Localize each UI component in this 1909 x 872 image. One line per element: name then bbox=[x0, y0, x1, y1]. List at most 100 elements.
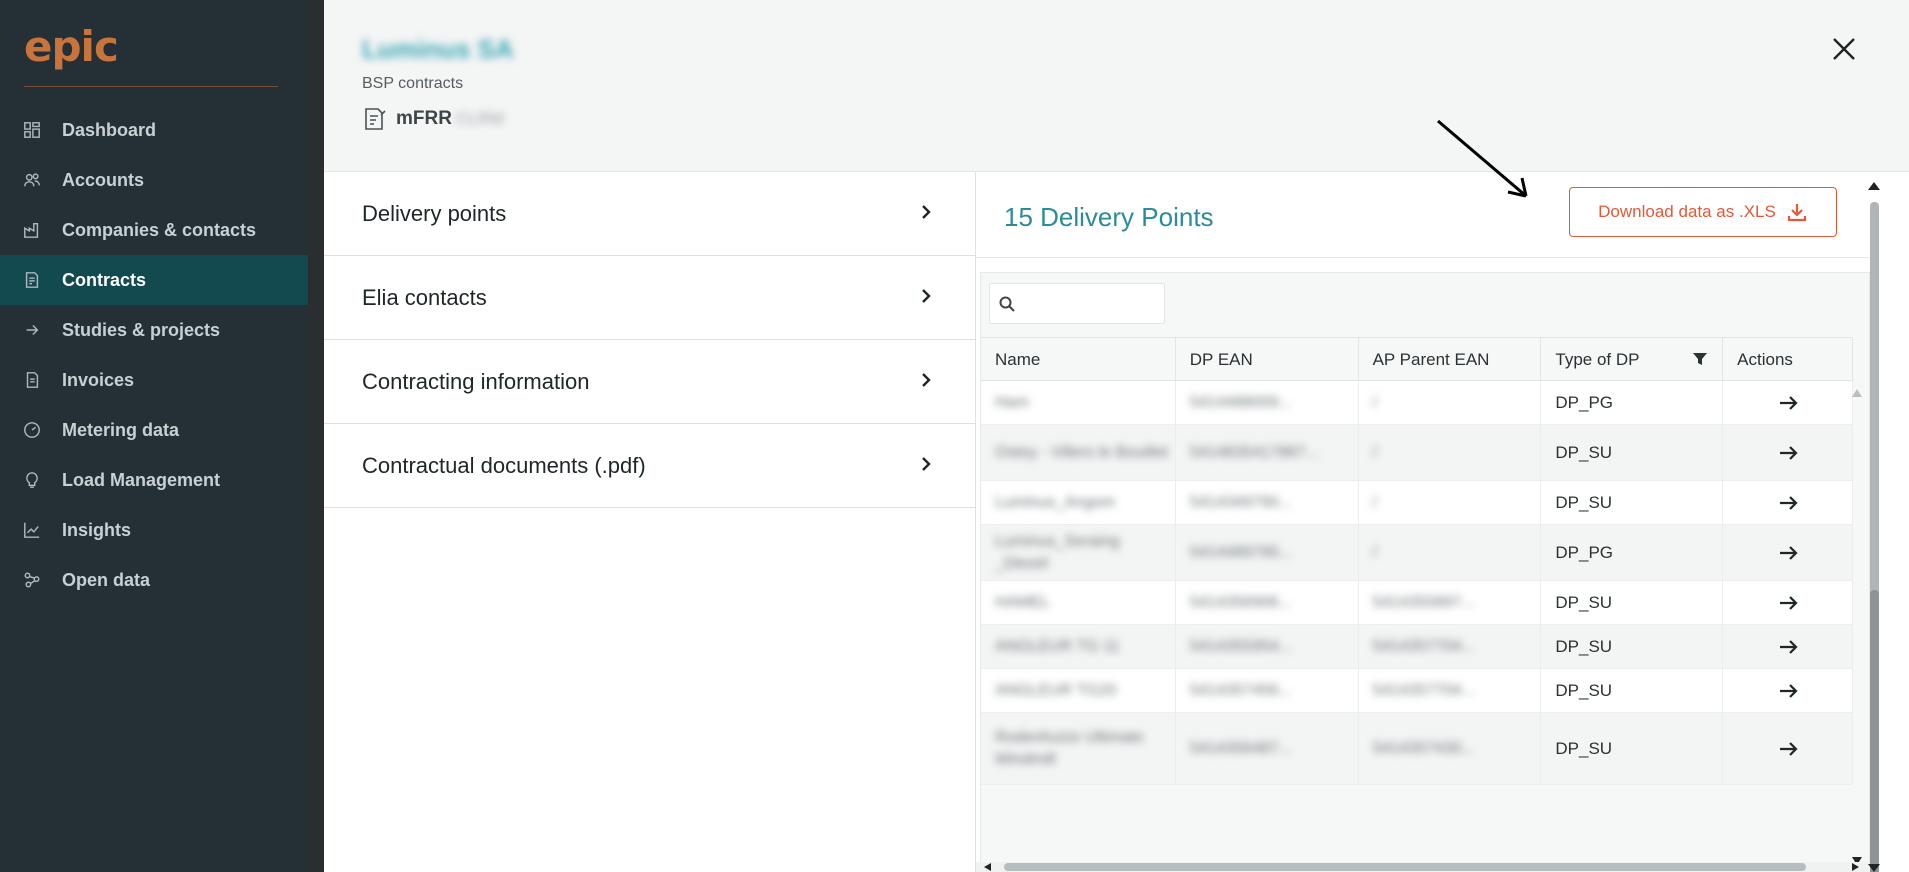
table-row[interactable]: Ham 5414488009... / DP_PG bbox=[981, 381, 1854, 425]
cell-name: Luminus_Seraing _Diesel bbox=[981, 525, 1176, 580]
filter-icon[interactable] bbox=[1692, 351, 1708, 367]
cell-name: ANGLEUR TG20 bbox=[981, 669, 1176, 712]
chevron-right-icon bbox=[917, 285, 935, 311]
menu-item-label: Contractual documents (.pdf) bbox=[362, 452, 646, 478]
table-row[interactable]: HAMEL 5414356906... 5414355897... DP_SU bbox=[981, 581, 1854, 625]
table-row[interactable]: Ostey - Villers le Bouillet 541483541788… bbox=[981, 425, 1854, 481]
cell-dp-ean: 5414349790... bbox=[1176, 481, 1359, 524]
cell-ap-parent-ean: 5414355897... bbox=[1359, 581, 1542, 624]
contract-suffix: CLRM bbox=[455, 109, 505, 128]
arrow-right-icon bbox=[22, 320, 42, 340]
chevron-right-icon bbox=[917, 369, 935, 395]
sidebar-item-label: Metering data bbox=[62, 419, 180, 440]
cell-type-of-dp: DP_PG bbox=[1541, 381, 1724, 424]
arrow-right-icon bbox=[1779, 683, 1798, 698]
open-row-button[interactable] bbox=[1723, 525, 1854, 580]
open-row-button[interactable] bbox=[1723, 425, 1854, 480]
sidebar-item-metering[interactable]: Metering data bbox=[0, 405, 308, 455]
cell-dp-ean: 5414489790... bbox=[1176, 525, 1359, 580]
cell-type-of-dp: DP_SU bbox=[1541, 713, 1724, 784]
column-header-dp-ean[interactable]: DP EAN bbox=[1176, 338, 1359, 382]
cell-ap-parent-ean: 5414357430... bbox=[1359, 713, 1542, 784]
sidebar-item-dashboard[interactable]: Dashboard bbox=[0, 105, 308, 155]
table-body: Ham 5414488009... / DP_PG Ostey - Viller… bbox=[981, 381, 1854, 785]
modal-header: Luminus SA BSP contracts mFRR CLRM bbox=[324, 0, 1909, 172]
menu-item-contracting-information[interactable]: Contracting information bbox=[324, 340, 975, 424]
arrow-right-icon bbox=[1779, 639, 1798, 654]
sidebar-item-studies[interactable]: Studies & projects bbox=[0, 305, 308, 355]
table-search[interactable] bbox=[989, 283, 1165, 324]
menu-item-delivery-points[interactable]: Delivery points bbox=[324, 172, 975, 256]
sidebar-item-label: Dashboard bbox=[62, 119, 157, 140]
table-vertical-scrollbar[interactable] bbox=[1851, 381, 1863, 865]
panel-title: 15 Delivery Points bbox=[1004, 202, 1214, 232]
scroll-up-icon[interactable] bbox=[1852, 389, 1862, 397]
app-logo[interactable]: epic bbox=[24, 22, 119, 71]
cell-name: ANGLEUR TG 11 bbox=[981, 625, 1176, 668]
modal-vertical-scrollbar[interactable] bbox=[1866, 180, 1882, 872]
cell-type-of-dp: DP_SU bbox=[1541, 481, 1724, 524]
sidebar-item-accounts[interactable]: Accounts bbox=[0, 155, 308, 205]
table-row[interactable]: ANGLEUR TG20 5414357456... 5414357704...… bbox=[981, 669, 1854, 713]
detail-menu: Delivery points Elia contacts Contractin… bbox=[324, 172, 975, 508]
open-row-button[interactable] bbox=[1723, 669, 1854, 712]
download-xls-button[interactable]: Download data as .XLS bbox=[1569, 187, 1837, 237]
menu-item-label: Contracting information bbox=[362, 368, 590, 394]
table-row[interactable]: ANGLEUR TG 11 5414355954... 5414357704..… bbox=[981, 625, 1854, 669]
table-header: Name DP EAN AP Parent EAN Type of DP Act… bbox=[981, 337, 1854, 382]
scroll-left-icon[interactable] bbox=[984, 863, 991, 871]
table-horizontal-scrollbar[interactable] bbox=[976, 862, 1879, 872]
panel-separator bbox=[976, 257, 1879, 258]
scroll-right-icon[interactable] bbox=[1852, 863, 1859, 871]
download-button-label: Download data as .XLS bbox=[1598, 202, 1776, 221]
column-header-name[interactable]: Name bbox=[981, 338, 1176, 382]
sidebar: epic Dashboard Accounts Companies & cont… bbox=[0, 0, 308, 872]
cell-type-of-dp: DP_SU bbox=[1541, 425, 1724, 480]
arrow-right-icon bbox=[1779, 445, 1798, 460]
users-icon bbox=[22, 170, 42, 190]
cell-name: HAMEL bbox=[981, 581, 1176, 624]
scroll-down-icon[interactable] bbox=[1868, 864, 1880, 872]
bulb-icon bbox=[22, 470, 42, 490]
menu-item-contractual-documents[interactable]: Contractual documents (.pdf) bbox=[324, 424, 975, 508]
factory-icon bbox=[22, 220, 42, 240]
delivery-points-table: Name DP EAN AP Parent EAN Type of DP Act… bbox=[980, 272, 1870, 872]
table-row[interactable]: Luminus_Seraing _Diesel 5414489790... / … bbox=[981, 525, 1854, 581]
sidebar-item-contracts[interactable]: Contracts bbox=[0, 255, 308, 305]
open-row-button[interactable] bbox=[1723, 713, 1854, 784]
chart-line-icon bbox=[22, 520, 42, 540]
sidebar-item-label: Companies & contacts bbox=[62, 219, 257, 240]
column-header-label: Type of DP bbox=[1555, 350, 1640, 369]
sidebar-item-label: Invoices bbox=[62, 369, 135, 390]
dashboard-icon bbox=[22, 120, 42, 140]
close-button[interactable] bbox=[1829, 34, 1859, 64]
scroll-up-icon[interactable] bbox=[1868, 182, 1880, 190]
menu-item-label: Elia contacts bbox=[362, 284, 487, 310]
search-input[interactable] bbox=[1022, 295, 1162, 312]
cell-ap-parent-ean: 5414357704... bbox=[1359, 669, 1542, 712]
horizontal-scroll-thumb[interactable] bbox=[1004, 863, 1806, 871]
menu-item-elia-contacts[interactable]: Elia contacts bbox=[324, 256, 975, 340]
open-row-button[interactable] bbox=[1723, 481, 1854, 524]
table-row[interactable]: Rodenhuize Ultimate Windmill 5414356487.… bbox=[981, 713, 1854, 785]
sidebar-item-open-data[interactable]: Open data bbox=[0, 555, 308, 605]
cell-dp-ean: 5414355954... bbox=[1176, 625, 1359, 668]
table-row[interactable]: Luminus_Angom 5414349790... / DP_SU bbox=[981, 481, 1854, 525]
cell-type-of-dp: DP_PG bbox=[1541, 525, 1724, 580]
sidebar-item-insights[interactable]: Insights bbox=[0, 505, 308, 555]
contract-edit-icon bbox=[365, 108, 386, 130]
sidebar-item-invoices[interactable]: Invoices bbox=[0, 355, 308, 405]
sidebar-item-companies[interactable]: Companies & contacts bbox=[0, 205, 308, 255]
arrow-right-icon bbox=[1779, 741, 1798, 756]
vertical-scroll-thumb[interactable] bbox=[1870, 590, 1879, 872]
cell-type-of-dp: DP_SU bbox=[1541, 669, 1724, 712]
cell-ap-parent-ean: / bbox=[1359, 425, 1542, 480]
column-header-ap-parent-ean[interactable]: AP Parent EAN bbox=[1359, 338, 1542, 382]
sidebar-item-load-management[interactable]: Load Management bbox=[0, 455, 308, 505]
open-row-button[interactable] bbox=[1723, 381, 1854, 424]
open-row-button[interactable] bbox=[1723, 625, 1854, 668]
cell-type-of-dp: DP_SU bbox=[1541, 581, 1724, 624]
open-row-button[interactable] bbox=[1723, 581, 1854, 624]
column-header-type-of-dp[interactable]: Type of DP bbox=[1541, 338, 1724, 382]
sidebar-item-label: Accounts bbox=[62, 169, 145, 190]
